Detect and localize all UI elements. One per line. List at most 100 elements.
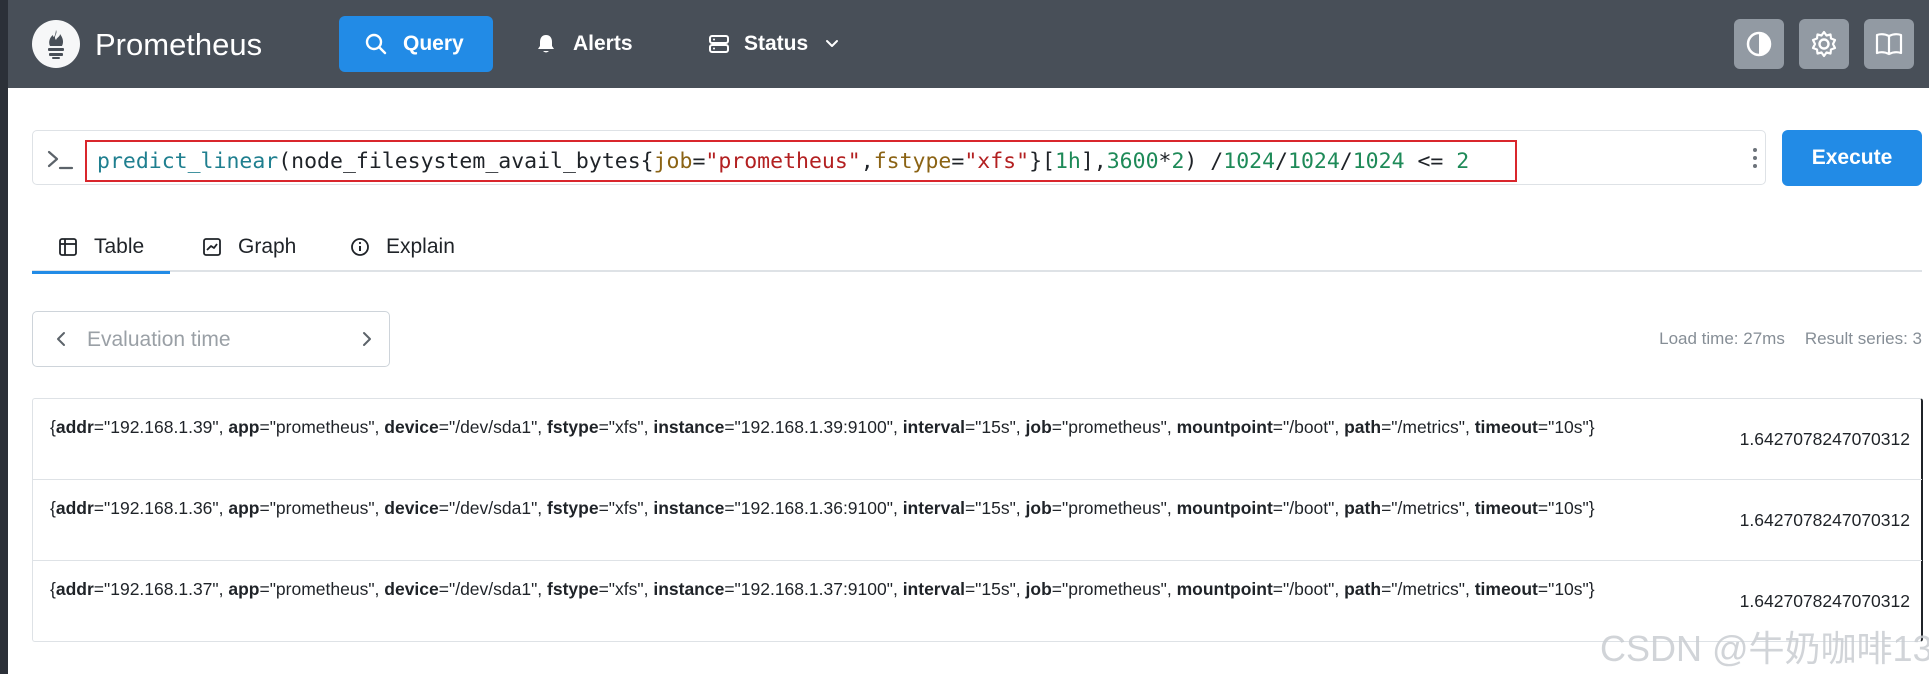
chevron-left-icon[interactable] — [51, 329, 71, 349]
label-name: fstype — [547, 498, 599, 518]
label-name: mountpoint — [1176, 579, 1273, 599]
nav-query-label: Query — [403, 32, 464, 55]
execute-button[interactable]: Execute — [1782, 130, 1922, 186]
window-frame: Prometheus Query Alerts Status predict_l… — [0, 0, 1929, 674]
label-value: 10s — [1554, 498, 1583, 518]
bell-icon — [538, 35, 554, 53]
series-labels: {addr="192.168.1.36", app="prometheus", … — [50, 498, 1595, 518]
series-value: 1.6427078247070312 — [1739, 591, 1910, 611]
series-labels: {addr="192.168.1.37", app="prometheus", … — [50, 579, 1595, 599]
label-name: job — [1025, 417, 1052, 437]
label-name: app — [228, 417, 260, 437]
series-labels: {addr="192.168.1.39", app="prometheus", … — [50, 417, 1595, 437]
label-name: instance — [653, 579, 725, 599]
label-value: prometheus — [275, 579, 369, 599]
query-token: }[ — [1029, 149, 1055, 174]
more-options-icon[interactable] — [1753, 147, 1757, 169]
query-token: ) / — [1184, 149, 1224, 174]
prometheus-logo-icon[interactable] — [32, 20, 80, 68]
label-name: instance — [653, 417, 725, 437]
label-name: addr — [55, 417, 94, 437]
query-token: = — [951, 149, 965, 174]
label-name: interval — [902, 498, 965, 518]
query-token: "prometheus" — [705, 149, 861, 174]
query-token: (node_filesystem_avail_bytes{ — [278, 149, 654, 174]
nav-alerts-button[interactable]: Alerts — [535, 16, 655, 72]
label-value: prometheus — [1068, 417, 1161, 437]
query-token: = — [692, 149, 706, 174]
nav-status-dropdown[interactable]: Status — [708, 16, 868, 72]
query-expression[interactable]: predict_linear(node_filesystem_avail_byt… — [97, 149, 1469, 174]
tab-explain-label: Explain — [386, 235, 455, 258]
label-name: device — [384, 579, 439, 599]
tab-table[interactable]: Table — [32, 222, 170, 274]
query-token: 1024 — [1288, 149, 1340, 174]
app-brand[interactable]: Prometheus — [95, 27, 262, 63]
tab-table-label: Table — [94, 234, 145, 258]
result-series-count: Result series: 3 — [1804, 329, 1922, 348]
query-token: 1024 — [1352, 149, 1405, 174]
tab-explain[interactable]: Explain — [350, 222, 490, 272]
query-token: 1h — [1054, 149, 1081, 174]
label-name: device — [384, 417, 439, 437]
label-value: /metrics — [1397, 498, 1459, 518]
label-value: xfs — [615, 417, 638, 437]
label-value: /boot — [1289, 417, 1329, 437]
chevron-down-icon — [826, 40, 839, 47]
query-token: 1024 — [1223, 149, 1276, 174]
load-time: Load time: 27ms — [1659, 329, 1785, 348]
label-name: app — [228, 498, 260, 518]
label-name: job — [1025, 498, 1052, 518]
query-input-box[interactable]: predict_linear(node_filesystem_avail_byt… — [32, 130, 1766, 185]
label-value: /dev/sda1 — [455, 498, 532, 518]
settings-button[interactable] — [1799, 19, 1849, 69]
query-stats: Load time: 27ms Result series: 3 — [1659, 329, 1922, 349]
query-token: * — [1158, 149, 1172, 174]
theme-toggle-button[interactable] — [1734, 19, 1784, 69]
app-page: Prometheus Query Alerts Status predict_l… — [8, 0, 1929, 674]
chart-icon — [203, 238, 221, 256]
query-token: 2 — [1456, 149, 1470, 174]
docs-button[interactable] — [1864, 19, 1914, 69]
book-icon — [1875, 33, 1903, 56]
label-value: 15s — [981, 579, 1010, 599]
query-highlight-frame: predict_linear(node_filesystem_avail_byt… — [85, 140, 1517, 182]
label-name: app — [228, 579, 260, 599]
query-token: predict_linear — [97, 149, 279, 174]
query-token: ], — [1080, 149, 1107, 174]
label-name: mountpoint — [1176, 417, 1273, 437]
label-name: job — [1025, 579, 1052, 599]
label-value: 10s — [1554, 417, 1583, 437]
evaluation-time-picker[interactable]: Evaluation time — [32, 311, 390, 367]
label-value: 192.168.1.39:9100 — [740, 417, 887, 437]
label-value: prometheus — [275, 417, 369, 437]
theme-toggle-icon — [1746, 31, 1772, 57]
nav-alerts-label: Alerts — [573, 32, 633, 55]
label-value: 192.168.1.37:9100 — [740, 579, 887, 599]
label-name: addr — [55, 579, 94, 599]
label-name: interval — [902, 579, 965, 599]
label-name: instance — [653, 498, 725, 518]
label-name: timeout — [1474, 417, 1538, 437]
evaluation-time-placeholder[interactable]: Evaluation time — [87, 328, 231, 352]
query-token: fstype — [873, 149, 952, 174]
label-value: prometheus — [275, 498, 369, 518]
label-name: path — [1344, 498, 1382, 518]
table-icon — [59, 237, 77, 256]
table-row: {addr="192.168.1.39", app="prometheus", … — [33, 399, 1922, 480]
label-name: timeout — [1474, 579, 1538, 599]
nav-query-button[interactable]: Query — [339, 16, 493, 72]
nav-status-label: Status — [744, 32, 809, 55]
query-token: / — [1339, 149, 1353, 174]
top-navbar: Prometheus Query Alerts Status — [8, 0, 1929, 88]
label-value: 192.168.1.39 — [110, 417, 213, 437]
series-value: 1.6427078247070312 — [1739, 510, 1910, 530]
label-value: prometheus — [1068, 498, 1161, 518]
watermark: CSDN @牛奶咖啡13 — [1600, 628, 1929, 669]
tab-graph[interactable]: Graph — [202, 222, 322, 272]
label-name: mountpoint — [1176, 498, 1273, 518]
query-token: 3600 — [1106, 149, 1159, 174]
label-value: 192.168.1.37 — [110, 579, 213, 599]
chevron-right-icon[interactable] — [357, 329, 377, 349]
label-value: prometheus — [1068, 579, 1161, 599]
